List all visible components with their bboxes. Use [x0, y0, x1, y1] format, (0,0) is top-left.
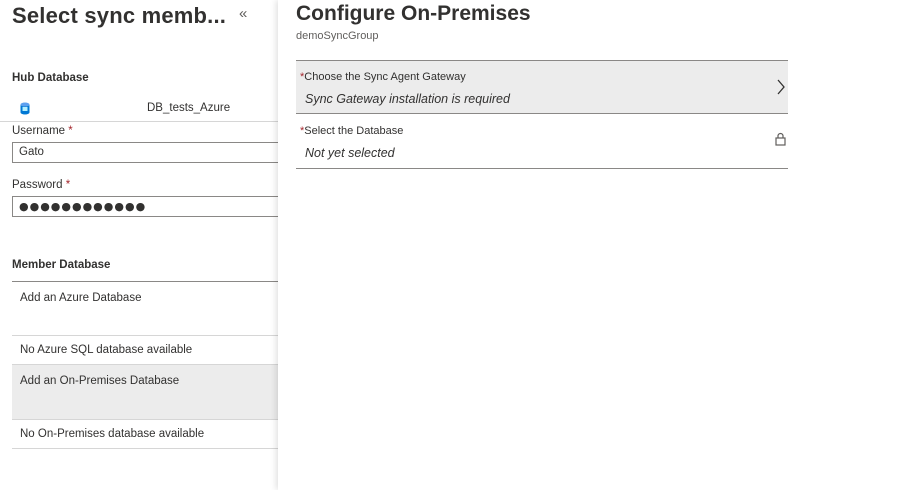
select-database-value: Not yet selected	[305, 146, 395, 160]
member-database-heading: Member Database	[12, 259, 111, 271]
no-azure-database-message: No Azure SQL database available	[12, 336, 278, 365]
configure-on-premises-blade: Configure On-Premises demoSyncGroup *Cho…	[278, 0, 900, 490]
add-azure-database-option[interactable]: Add an Azure Database	[12, 282, 278, 336]
blade-subtitle: demoSyncGroup	[296, 30, 379, 42]
add-on-premises-database-option[interactable]: Add an On-Premises Database	[12, 365, 278, 420]
blade-title: Select sync memb...	[12, 3, 227, 28]
hub-database-heading: Hub Database	[12, 72, 89, 84]
select-database-label-text: Select the Database	[304, 125, 404, 137]
choose-sync-agent-gateway-row[interactable]: *Choose the Sync Agent Gateway Sync Gate…	[296, 60, 788, 114]
username-input[interactable]: Gato	[12, 142, 278, 163]
required-asterisk: *	[65, 179, 71, 191]
select-database-row: *Select the Database Not yet selected	[296, 115, 788, 169]
sync-agent-gateway-label-text: Choose the Sync Agent Gateway	[304, 71, 466, 83]
required-asterisk: *	[68, 125, 73, 137]
hub-database-name: DB_tests_Azure	[147, 102, 231, 114]
no-on-premises-database-message: No On-Premises database available	[12, 420, 278, 449]
sync-agent-gateway-value: Sync Gateway installation is required	[305, 92, 510, 106]
username-label: Username *	[12, 125, 73, 137]
password-input[interactable]: ●●●●●●●●●●●●	[12, 196, 278, 217]
username-label-text: Username	[12, 125, 66, 137]
sql-database-icon	[20, 102, 30, 115]
password-label: Password *	[12, 179, 70, 191]
select-sync-members-blade: Select sync memb... « Hub Database DB_te…	[0, 0, 278, 490]
lock-icon	[775, 132, 786, 146]
collapse-blade-button[interactable]: «	[239, 5, 247, 22]
blade-title: Configure On-Premises	[296, 2, 531, 25]
select-database-label: *Select the Database	[300, 125, 403, 137]
sync-agent-gateway-label: *Choose the Sync Agent Gateway	[300, 71, 466, 83]
chevron-right-icon	[777, 79, 785, 95]
password-label-text: Password	[12, 179, 63, 191]
hub-database-row: DB_tests_Azure	[0, 96, 278, 122]
